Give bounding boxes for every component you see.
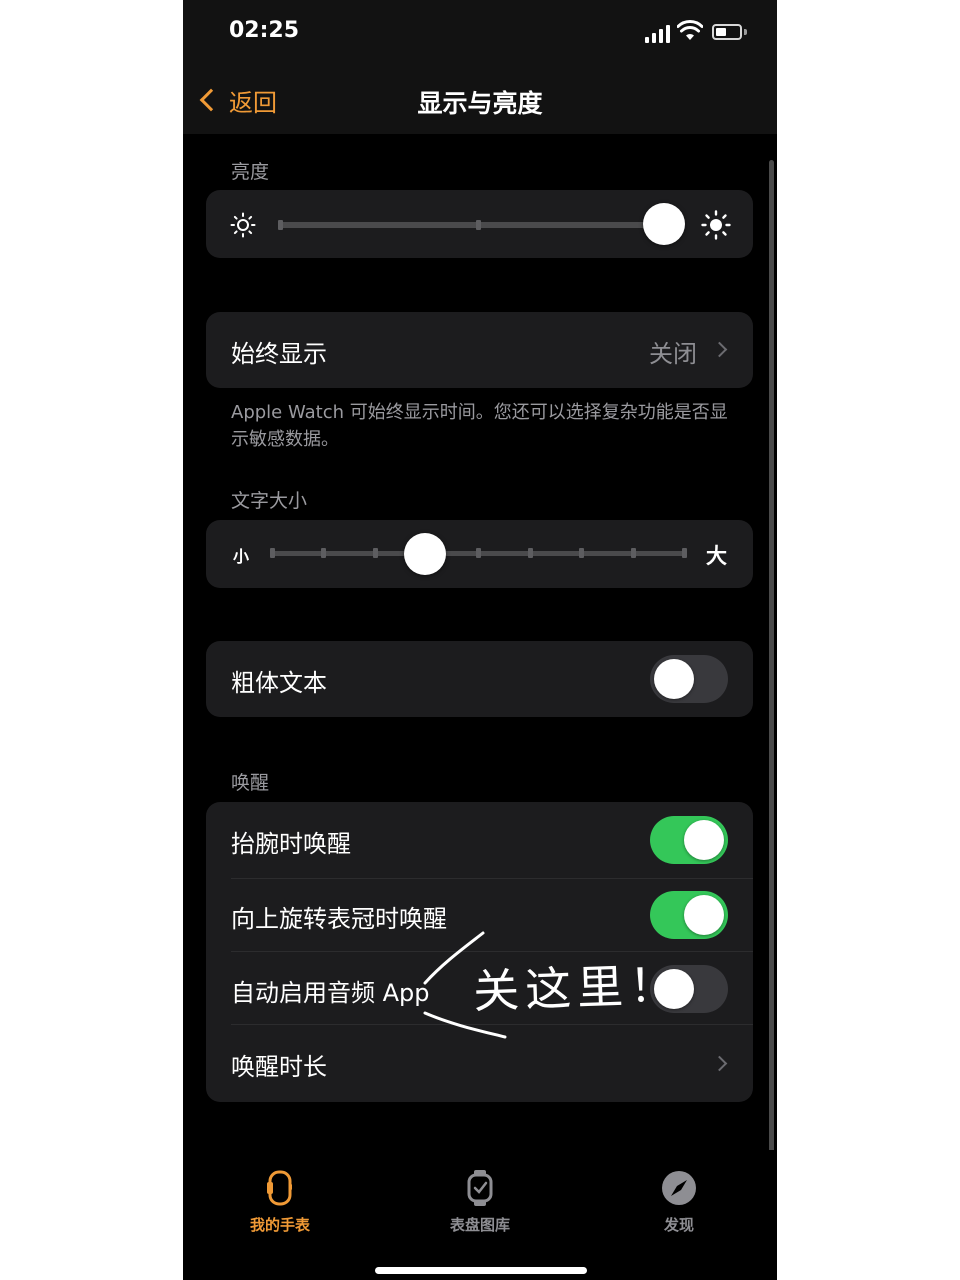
always-on-row[interactable]: 始终显示 关闭 [206, 312, 753, 388]
home-indicator[interactable] [375, 1267, 587, 1274]
bold-text-toggle[interactable] [650, 655, 728, 703]
scroll-indicator[interactable] [769, 160, 774, 1155]
navigation-bar: 返回 显示与亮度 [183, 66, 777, 134]
brightness-low-icon [230, 212, 256, 238]
text-size-tick [373, 548, 378, 558]
row-divider [231, 878, 753, 879]
text-size-header: 文字大小 [231, 490, 308, 512]
text-size-tick [476, 548, 481, 558]
text-size-large-label: 大 [706, 544, 727, 568]
tab-face-gallery[interactable]: 表盘图库 [420, 1168, 540, 1235]
text-size-tick [270, 548, 275, 558]
brightness-slider-thumb[interactable] [643, 203, 685, 245]
watch-icon [267, 1170, 292, 1206]
always-on-value: 关闭 [649, 340, 697, 368]
wifi-icon [677, 20, 703, 40]
battery-tip [744, 29, 747, 35]
wake-duration-label: 唤醒时长 [231, 1053, 327, 1081]
brightness-header: 亮度 [231, 161, 270, 183]
tab-bar: 我的手表 表盘图库 发现 [183, 1150, 777, 1280]
watch-face-gallery-icon [467, 1170, 493, 1206]
always-on-label: 始终显示 [231, 340, 327, 368]
bold-text-label: 粗体文本 [231, 669, 327, 697]
compass-icon [662, 1171, 696, 1205]
wrist-raise-label: 抬腕时唤醒 [231, 830, 351, 858]
brightness-tick [278, 220, 283, 230]
text-size-tick [528, 548, 533, 558]
tab-my-watch[interactable]: 我的手表 [220, 1168, 340, 1235]
auto-audio-app-label: 自动启用音频 App [231, 979, 430, 1007]
text-size-tick [321, 548, 326, 558]
cellular-signal-icon [645, 25, 671, 43]
text-size-tick [579, 548, 584, 558]
brightness-slider-track[interactable] [278, 222, 668, 228]
toggle-knob [654, 659, 694, 699]
text-size-tick [682, 548, 687, 558]
wrist-raise-toggle[interactable] [650, 816, 728, 864]
tab-discover[interactable]: 发现 [619, 1168, 739, 1235]
toggle-knob [684, 820, 724, 860]
status-time: 02:25 [229, 18, 300, 43]
phone-screen: 02:25 返回 显示与亮度 亮度 始终显示 关闭 Apple Watch 可始… [183, 0, 777, 1280]
status-bar: 02:25 [183, 0, 777, 66]
bold-text-row: 粗体文本 [206, 641, 753, 717]
chevron-right-icon [711, 341, 728, 358]
tab-label: 我的手表 [249, 1216, 310, 1234]
tab-label: 发现 [663, 1216, 694, 1234]
chevron-right-icon [711, 1055, 728, 1072]
page-title: 显示与亮度 [417, 89, 543, 118]
wake-header: 唤醒 [231, 772, 270, 794]
brightness-card [206, 190, 753, 258]
brightness-high-icon [701, 210, 731, 240]
brightness-tick [476, 220, 481, 230]
text-size-card: 小 大 [206, 520, 753, 588]
text-size-small-label: 小 [233, 547, 250, 566]
battery-icon [712, 24, 742, 40]
text-size-slider-thumb[interactable] [404, 533, 446, 575]
text-size-tick [631, 548, 636, 558]
tab-label: 表盘图库 [449, 1216, 510, 1234]
annotation-text: 关这里！ [472, 957, 682, 1019]
always-on-footnote: Apple Watch 可始终显示时间。您还可以选择复杂功能是否显示敏感数据。 [231, 402, 728, 450]
